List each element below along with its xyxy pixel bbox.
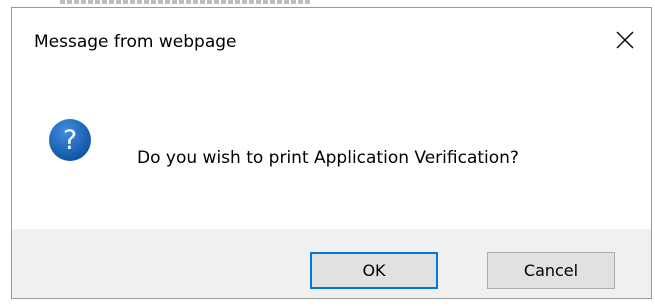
message-dialog: Message from webpage ? Do you wish to pr…	[11, 7, 652, 299]
question-icon: ?	[48, 118, 92, 162]
close-button[interactable]	[607, 22, 643, 58]
ok-button[interactable]: OK	[310, 252, 438, 289]
svg-text:?: ?	[63, 125, 77, 156]
dialog-content: ? Do you wish to print Application Verif…	[12, 76, 651, 229]
cancel-button[interactable]: Cancel	[487, 252, 615, 289]
dialog-title: Message from webpage	[34, 32, 237, 52]
dialog-button-bar: OK Cancel	[12, 229, 651, 298]
close-icon	[616, 31, 634, 49]
dialog-titlebar: Message from webpage	[12, 8, 651, 76]
dialog-message: Do you wish to print Application Verific…	[137, 148, 519, 168]
background-text-fragment	[60, 0, 310, 4]
